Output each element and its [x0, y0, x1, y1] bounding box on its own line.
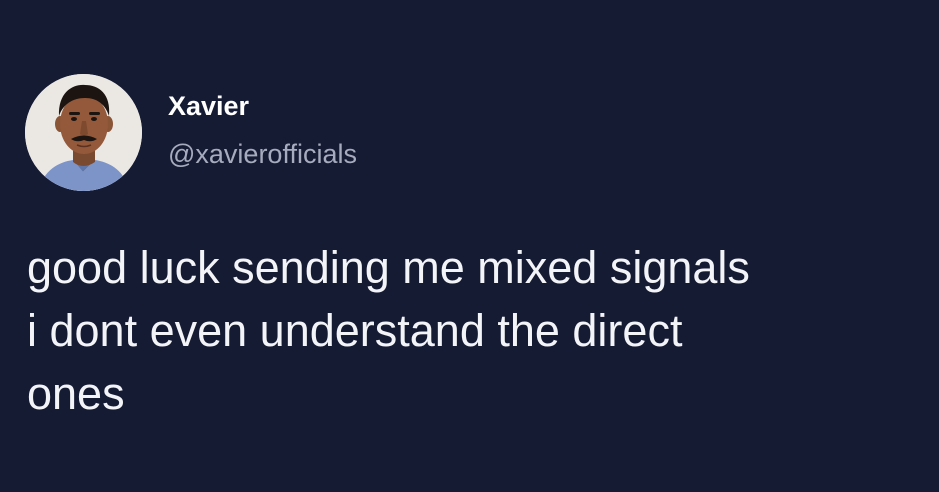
profile-photo-icon	[25, 74, 142, 191]
tweet-text-line: good luck sending me mixed signals	[27, 242, 750, 293]
author-handle[interactable]: @xavierofficials	[168, 138, 357, 170]
tweet-text-line: i dont even understand the direct	[27, 305, 683, 356]
avatar[interactable]	[25, 74, 142, 191]
author-display-name[interactable]: Xavier	[168, 90, 249, 122]
tweet-text: good luck sending me mixed signals i don…	[27, 236, 917, 425]
tweet-card: Xavier @xavierofficials good luck sendin…	[0, 0, 939, 492]
tweet-text-line: ones	[27, 368, 125, 419]
